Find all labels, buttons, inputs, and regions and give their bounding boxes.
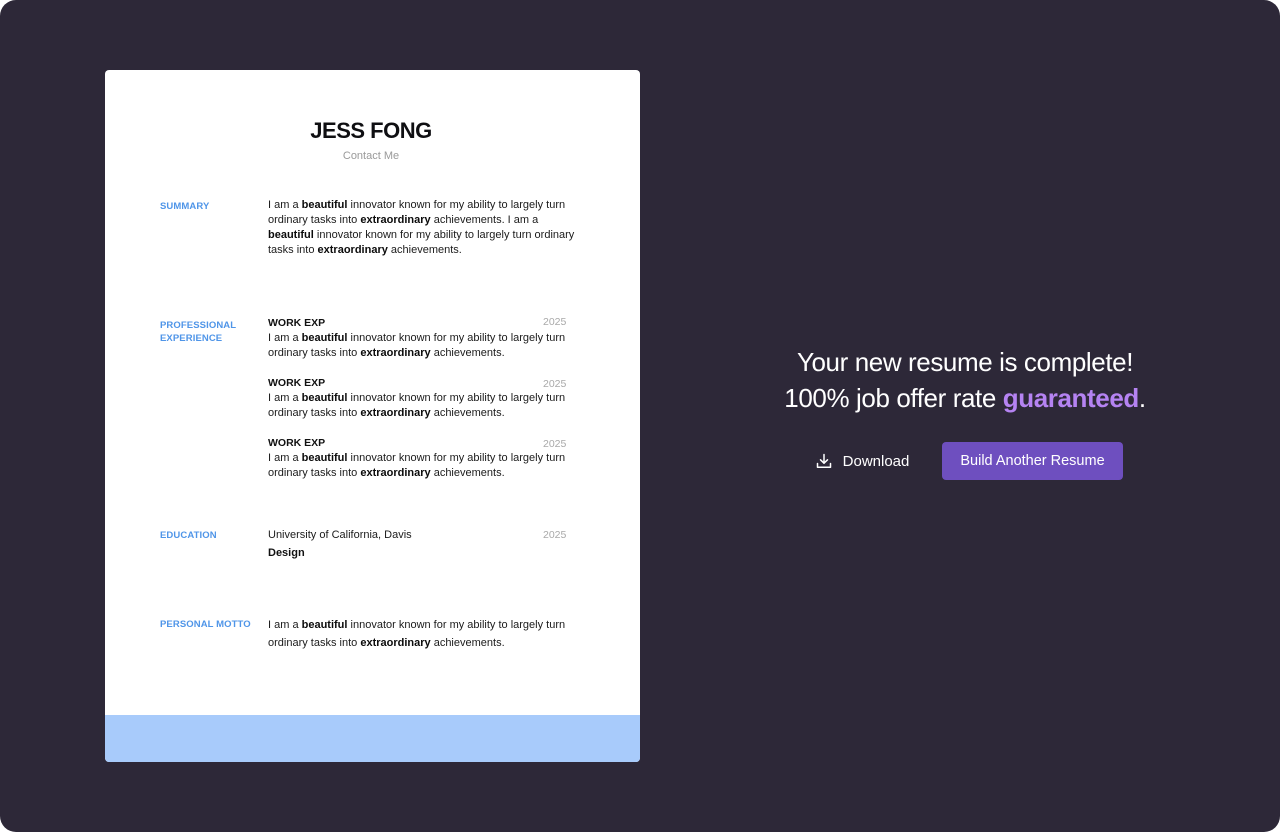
experience-entry-title: WORK EXP: [268, 317, 326, 329]
motto-text: I am a beautiful innovator known for my …: [268, 616, 568, 652]
experience-text-emphasis: beautiful: [301, 452, 348, 464]
motto-label: PERSONAL MOTTO: [160, 619, 251, 630]
education-year: 2025: [543, 529, 567, 541]
download-icon: [815, 452, 833, 470]
experience-text-part: achievements.: [430, 467, 505, 479]
experience-label-line: PROFESSIONAL: [160, 320, 237, 331]
contact-link[interactable]: Contact Me: [105, 150, 637, 162]
summary-text-part: achievements.: [387, 244, 462, 256]
summary-label: SUMMARY: [160, 201, 210, 212]
experience-label: PROFESSIONAL EXPERIENCE: [160, 319, 255, 345]
summary-text: I am a beautiful innovator known for my …: [268, 198, 586, 258]
experience-text-emphasis: extraordinary: [360, 407, 431, 419]
download-button-label: Download: [842, 452, 910, 470]
experience-text-emphasis: beautiful: [301, 332, 348, 344]
education-school: University of California, Davis: [268, 529, 412, 541]
completion-line-2: 100% job offer rate guaranteed.: [740, 380, 1190, 416]
build-another-resume-button[interactable]: Build Another Resume: [942, 442, 1123, 480]
completion-line-1: Your new resume is complete!: [796, 347, 1134, 377]
summary-text-emphasis: extraordinary: [360, 214, 431, 226]
resume-preview: JESS FONG Contact Me SUMMARY I am a beau…: [105, 70, 640, 762]
experience-text-part: I am a: [268, 332, 302, 344]
experience-entry-description: I am a beautiful innovator known for my …: [268, 331, 568, 361]
completion-line-2-prefix: 100% job offer rate: [784, 383, 1003, 413]
resume-footer-band: [105, 715, 640, 762]
experience-text-part: achievements.: [430, 407, 505, 419]
experience-text-part: achievements.: [430, 347, 505, 359]
experience-entry-description: I am a beautiful innovator known for my …: [268, 391, 568, 421]
experience-entry-year: 2025: [543, 378, 567, 390]
completion-message: Your new resume is complete! 100% job of…: [740, 344, 1190, 416]
experience-entry-year: 2025: [543, 438, 567, 450]
download-button[interactable]: Download: [800, 442, 924, 480]
completion-line-2-suffix: .: [1138, 383, 1146, 413]
experience-text-emphasis: extraordinary: [360, 347, 431, 359]
app-background: JESS FONG Contact Me SUMMARY I am a beau…: [0, 0, 1280, 832]
experience-text-emphasis: beautiful: [301, 392, 348, 404]
summary-text-part: achievements. I am a: [430, 214, 539, 226]
summary-text-emphasis: beautiful: [268, 229, 314, 241]
experience-label-line: EXPERIENCE: [160, 333, 223, 344]
experience-text-part: I am a: [268, 452, 302, 464]
experience-entry-title: WORK EXP: [268, 437, 326, 449]
education-label: EDUCATION: [160, 530, 217, 541]
experience-entry-description: I am a beautiful innovator known for my …: [268, 451, 568, 481]
summary-text-emphasis: extraordinary: [317, 244, 388, 256]
education-major: Design: [268, 547, 305, 559]
experience-text-emphasis: extraordinary: [360, 467, 431, 479]
summary-text-emphasis: beautiful: [301, 199, 348, 211]
motto-text-emphasis: beautiful: [301, 619, 348, 631]
motto-text-emphasis: extraordinary: [360, 637, 431, 649]
summary-text-part: I am a: [268, 199, 302, 211]
experience-text-part: I am a: [268, 392, 302, 404]
guarantee-highlight: guaranteed: [1002, 383, 1140, 413]
experience-entry-title: WORK EXP: [268, 377, 326, 389]
resume-name: JESS FONG: [310, 118, 432, 143]
experience-entry-year: 2025: [543, 316, 567, 328]
motto-text-part: achievements.: [430, 637, 505, 649]
motto-text-part: I am a: [268, 619, 302, 631]
